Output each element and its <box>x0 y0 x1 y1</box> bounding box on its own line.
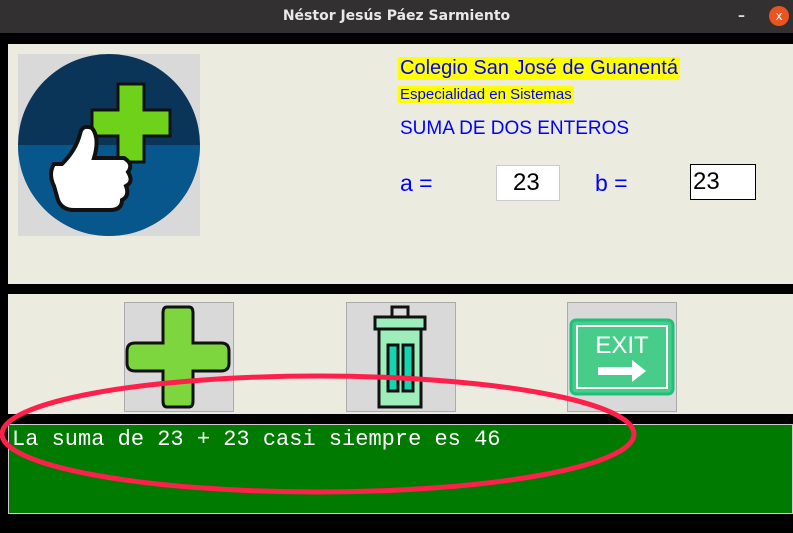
header-panel: Colegio San José de Guanentá Especialida… <box>8 44 793 284</box>
close-button[interactable]: x <box>769 6 789 26</box>
title-bar: Néstor Jesús Páez Sarmiento – x <box>0 0 793 33</box>
buttons-panel: EXIT <box>8 294 793 414</box>
a-label: a = <box>400 170 433 196</box>
b-input[interactable]: 23 <box>690 164 756 200</box>
window-title: Néstor Jesús Páez Sarmiento <box>282 8 511 24</box>
add-button[interactable] <box>124 302 234 412</box>
clear-button[interactable] <box>346 302 456 412</box>
exit-icon: EXIT <box>569 318 675 396</box>
exit-button[interactable]: EXIT <box>567 302 677 412</box>
a-input[interactable]: 23 <box>496 165 560 201</box>
minimize-button[interactable]: – <box>738 0 745 33</box>
school-name: Colegio San José de Guanentá <box>398 57 680 80</box>
trash-icon <box>373 305 427 409</box>
plus-icon <box>125 305 231 409</box>
exit-sign-text: EXIT <box>595 332 649 359</box>
thumbs-up-logo-icon <box>18 54 200 236</box>
result-output: La suma de 23 + 23 casi siempre es 46 <box>8 424 793 514</box>
specialty-label: Especialidad en Sistemas <box>398 86 574 103</box>
page-title: SUMA DE DOS ENTEROS <box>400 118 630 139</box>
b-label: b = <box>595 170 628 196</box>
